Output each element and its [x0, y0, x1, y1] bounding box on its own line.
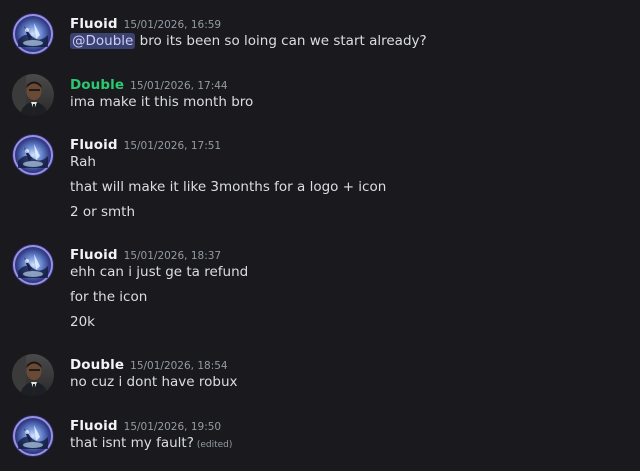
user-mention[interactable]: @Double: [70, 33, 136, 49]
timestamp: 15/01/2026, 18:37: [123, 250, 222, 262]
author-name[interactable]: Double: [70, 77, 124, 93]
message-text: 2 or smth: [70, 204, 136, 220]
message-content: that isnt my fault?: [70, 435, 194, 451]
message-header: Fluoid 15/01/2026, 17:51: [70, 134, 221, 154]
author-name[interactable]: Fluoid: [70, 247, 118, 263]
author-name[interactable]: Double: [70, 357, 124, 373]
message-text: ima make it this month bro: [70, 94, 254, 110]
message-text: no cuz i dont have robux: [70, 374, 238, 390]
message-header: Fluoid 15/01/2026, 16:59: [70, 13, 221, 33]
message-text: that isnt my fault? (edited): [70, 435, 232, 451]
timestamp: 15/01/2026, 16:59: [123, 19, 222, 31]
timestamp: 15/01/2026, 18:54: [130, 360, 228, 372]
timestamp: 15/01/2026, 17:44: [130, 80, 228, 92]
message-text: @Double bro its been so loing can we sta…: [70, 33, 427, 49]
edited-label: (edited): [196, 440, 233, 450]
message-header: Fluoid 15/01/2026, 19:50: [70, 415, 221, 435]
message-header: Fluoid 15/01/2026, 18:37: [70, 244, 221, 264]
message-content: bro its been so loing can we start alrea…: [139, 33, 427, 49]
timestamp: 15/01/2026, 17:51: [123, 140, 222, 152]
avatar-double[interactable]: [12, 354, 54, 396]
avatar-fluoid[interactable]: [12, 415, 54, 457]
message-text: that will make it like 3months for a log…: [70, 179, 387, 195]
message-header: Double 15/01/2026, 18:54: [70, 354, 228, 374]
message-header: Double 15/01/2026, 17:44: [70, 74, 228, 94]
avatar-fluoid[interactable]: [12, 244, 54, 286]
author-name[interactable]: Fluoid: [70, 16, 118, 32]
avatar-fluoid[interactable]: [12, 134, 54, 176]
author-name[interactable]: Fluoid: [70, 418, 118, 434]
author-name[interactable]: Fluoid: [70, 137, 118, 153]
message-text: Rah: [70, 154, 96, 170]
avatar-double[interactable]: [12, 74, 54, 116]
chat-messages: Fluoid 15/01/2026, 16:59 @Double bro its …: [0, 0, 640, 471]
avatar-fluoid[interactable]: [12, 13, 54, 55]
message-text: ehh can i just ge ta refund: [70, 264, 249, 280]
message-text: 20k: [70, 314, 95, 330]
timestamp: 15/01/2026, 19:50: [123, 421, 222, 433]
message-text: for the icon: [70, 289, 148, 305]
